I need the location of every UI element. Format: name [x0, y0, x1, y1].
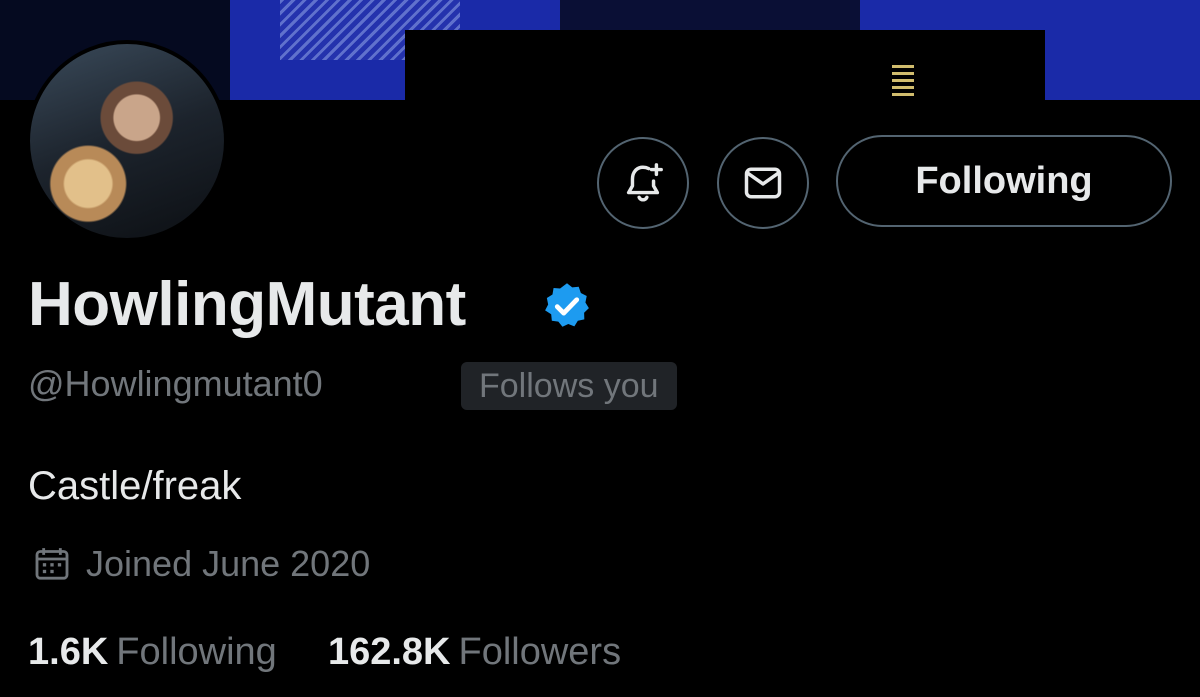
- followers-count: 162.8K: [327, 631, 451, 673]
- user-handle: @Howlingmutant0: [28, 363, 323, 404]
- banner-castle-windows: [892, 62, 914, 96]
- avatar[interactable]: [26, 40, 228, 242]
- banner-castle-silhouette: [405, 30, 1045, 100]
- bio: Castle/freak: [28, 464, 242, 508]
- envelope-icon: [744, 167, 782, 199]
- followers-label: Followers: [458, 631, 622, 673]
- follows-you-badge: Follows you: [461, 362, 677, 410]
- joined-date: Joined June 2020: [32, 540, 370, 588]
- following-stat-link[interactable]: 1.6K Following: [28, 631, 287, 673]
- bell-plus-icon: [626, 163, 663, 202]
- followers-stat-link[interactable]: 162.8K Followers: [317, 631, 621, 673]
- following-button-label: Following: [915, 159, 1093, 202]
- verified-badge-icon[interactable]: [541, 280, 593, 332]
- following-count: 1.6K: [28, 631, 109, 673]
- following-button[interactable]: Following: [836, 135, 1172, 227]
- joined-label: Joined June 2020: [86, 543, 371, 584]
- following-label: Following: [116, 631, 277, 673]
- notifications-button[interactable]: [597, 137, 689, 229]
- message-button[interactable]: [717, 137, 809, 229]
- display-name: HowlingMutant: [28, 270, 466, 339]
- calendar-icon: [35, 548, 69, 580]
- follow-stats: 1.6K Following 162.8K Followers: [28, 626, 621, 678]
